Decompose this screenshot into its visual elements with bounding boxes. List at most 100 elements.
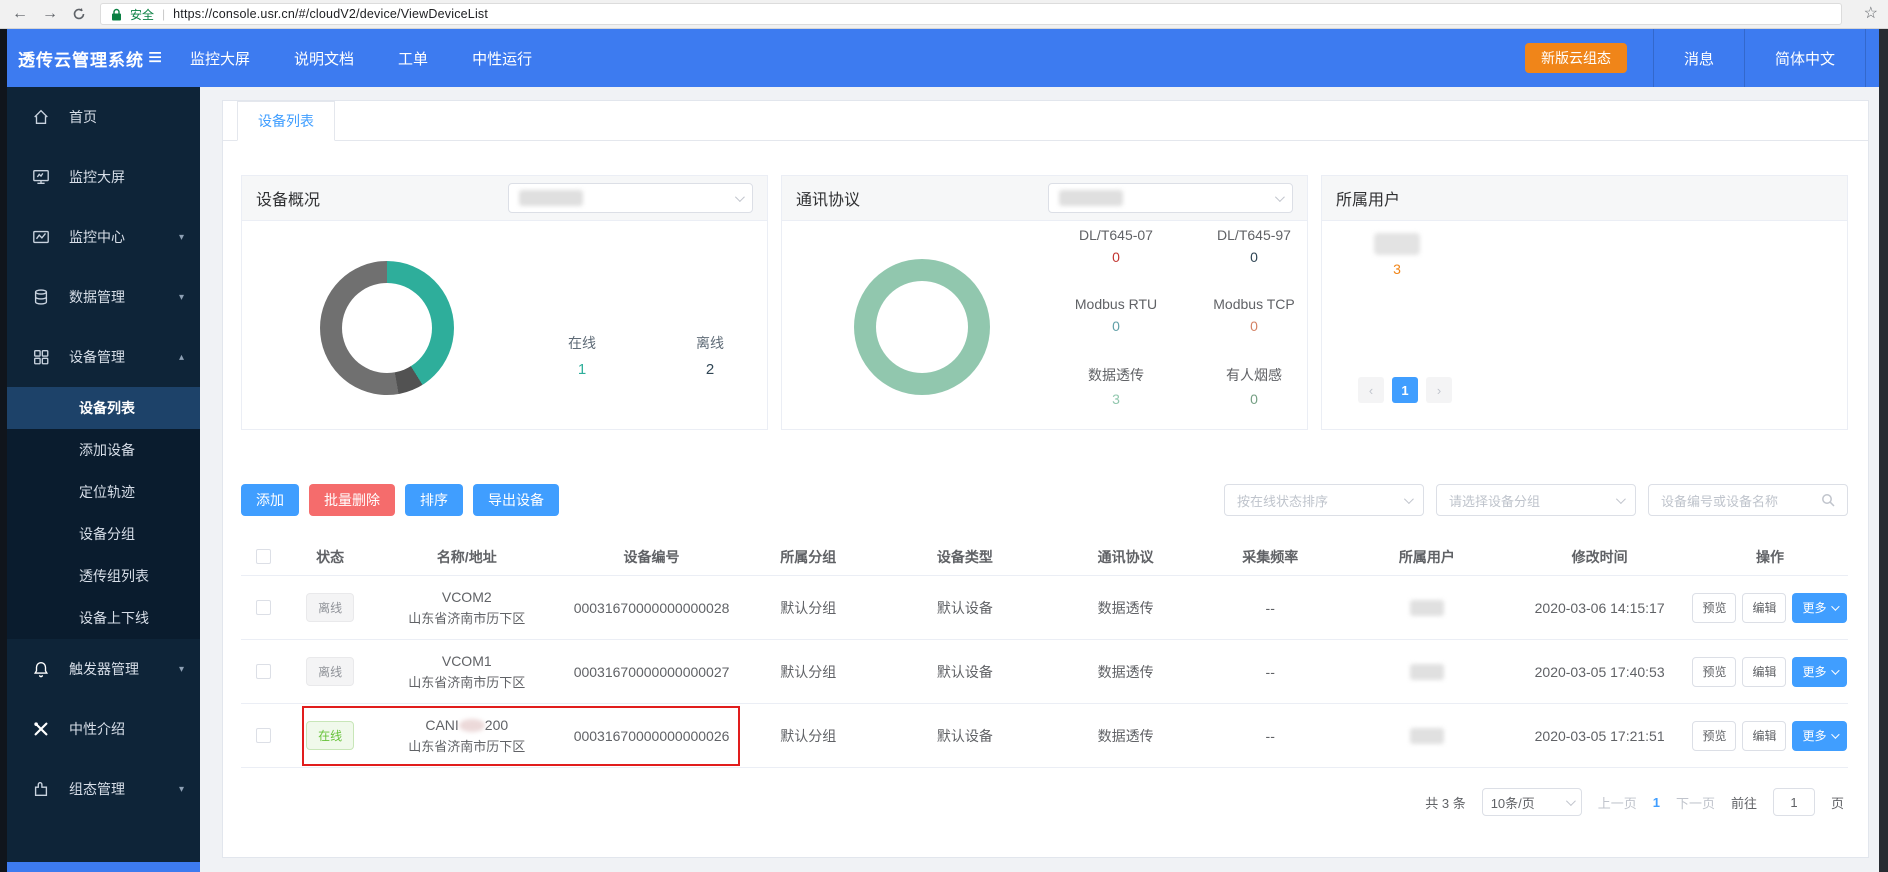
preview-button[interactable]: 预览 — [1692, 657, 1736, 687]
owner-card: 所属用户 3 ‹ 1 › — [1321, 175, 1848, 430]
goto-label: 前往 — [1731, 793, 1757, 812]
pager-page-1[interactable]: 1 — [1392, 377, 1418, 403]
chevron-down-icon — [1832, 666, 1840, 674]
back-icon[interactable]: ← — [12, 6, 28, 22]
window-edge-left — [0, 29, 7, 872]
more-button[interactable]: 更多 — [1792, 657, 1847, 687]
table-rows: 离线 VCOM2 山东省济南市历下区 00031670000000000028 … — [241, 576, 1848, 768]
edit-button[interactable]: 编辑 — [1742, 721, 1786, 751]
sidebar-subitem-device-updown[interactable]: 设备上下线 — [7, 597, 200, 639]
status-badge: 在线 — [306, 721, 354, 750]
top-menu: 监控大屏 说明文档 工单 中性运行 — [190, 48, 532, 69]
batch-delete-button[interactable]: 批量删除 — [309, 484, 395, 516]
select-all-checkbox[interactable] — [256, 549, 271, 564]
sidebar-item-monitor-screen[interactable]: 监控大屏 — [7, 147, 200, 207]
top-menu-neutral-run[interactable]: 中性运行 — [472, 48, 532, 69]
row-checkbox[interactable] — [256, 728, 271, 743]
top-menu-workorder[interactable]: 工单 — [398, 48, 428, 69]
goto-page-input[interactable] — [1773, 788, 1815, 816]
address-bar[interactable]: 安全 | https://console.usr.cn/#/cloudV2/de… — [100, 3, 1842, 25]
table-row-highlighted[interactable]: 在线 CANI200 山东省济南市历下区 0003167000000000002… — [241, 704, 1848, 768]
top-menu-docs[interactable]: 说明文档 — [294, 48, 354, 69]
redacted-username — [1374, 233, 1420, 255]
pager-prev-button[interactable]: ‹ — [1358, 377, 1384, 403]
sidebar-subitem-device-group[interactable]: 设备分组 — [7, 513, 200, 555]
search-icon — [1821, 493, 1835, 507]
tab-device-list[interactable]: 设备列表 — [237, 101, 335, 141]
device-name: VCOM2 — [374, 589, 559, 605]
sidebar-item-neutral-intro[interactable]: 中性介绍 — [7, 699, 200, 759]
export-devices-button[interactable]: 导出设备 — [473, 484, 559, 516]
table-row[interactable]: 离线 VCOM1 山东省济南市历下区 00031670000000000027 … — [241, 640, 1848, 704]
bookmark-star-icon[interactable]: ☆ — [1864, 6, 1878, 22]
sidebar-subitem-location-track[interactable]: 定位轨迹 — [7, 471, 200, 513]
chevron-down-icon: ▾ — [179, 784, 184, 795]
pager-next-button[interactable]: › — [1426, 377, 1452, 403]
device-address: 山东省济南市历下区 — [374, 736, 559, 755]
online-status-sort-select[interactable]: 按在线状态排序 — [1224, 484, 1424, 516]
protocol-card: 通讯协议 DL/T645-07 0 — [781, 175, 1308, 430]
add-button[interactable]: 添加 — [241, 484, 299, 516]
owner-device-count: 3 — [1374, 261, 1420, 277]
prev-page-button[interactable]: 上一页 — [1598, 793, 1637, 812]
sidebar-footer-strip — [7, 862, 200, 872]
table-row[interactable]: 离线 VCOM2 山东省济南市历下区 00031670000000000028 … — [241, 576, 1848, 640]
chevron-down-icon — [1275, 192, 1285, 202]
device-search-input[interactable]: 设备编号或设备名称 — [1648, 484, 1848, 516]
url-separator: | — [162, 7, 165, 21]
redacted-user — [1410, 728, 1444, 744]
preview-button[interactable]: 预览 — [1692, 593, 1736, 623]
sidebar-subitem-add-device[interactable]: 添加设备 — [7, 429, 200, 471]
legend-item: DL/T645-97 0 — [1185, 227, 1323, 296]
forward-icon[interactable]: → — [42, 6, 58, 22]
new-scada-button[interactable]: 新版云组态 — [1525, 43, 1627, 73]
device-table: 状态 名称/地址 设备编号 所属分组 设备类型 通讯协议 采集频率 所属用户 修… — [241, 538, 1848, 768]
sidebar-item-label: 组态管理 — [69, 779, 125, 799]
sidebar-item-scada-management[interactable]: 组态管理 ▾ — [7, 759, 200, 819]
page-size-select[interactable]: 10条/页 — [1482, 788, 1582, 816]
chevron-down-icon — [1404, 494, 1414, 504]
browser-bar: ← → 安全 | https://console.usr.cn/#/cloudV… — [0, 0, 1888, 29]
more-button[interactable]: 更多 — [1792, 593, 1847, 623]
messages-link[interactable]: 消息 — [1654, 29, 1744, 87]
row-checkbox[interactable] — [256, 600, 271, 615]
sidebar-item-trigger-management[interactable]: 触发器管理 ▾ — [7, 639, 200, 699]
total-count: 共 3 条 — [1425, 793, 1465, 812]
url-text[interactable]: https://console.usr.cn/#/cloudV2/device/… — [173, 7, 488, 21]
sidebar-item-home[interactable]: 首页 — [7, 87, 200, 147]
edit-button[interactable]: 编辑 — [1742, 657, 1786, 687]
device-name: CANI200 — [374, 717, 559, 733]
more-button[interactable]: 更多 — [1792, 721, 1847, 751]
sort-button[interactable]: 排序 — [405, 484, 463, 516]
redacted-user — [1410, 600, 1444, 616]
language-link[interactable]: 简体中文 — [1745, 29, 1865, 87]
chevron-down-icon: ▾ — [179, 664, 184, 675]
table-toolbar: 添加 批量删除 排序 导出设备 按在线状态排序 请选择设备分组 设备编号或设备名… — [241, 484, 1848, 516]
hamburger-menu-icon[interactable]: ≡ — [148, 44, 162, 72]
current-page[interactable]: 1 — [1653, 795, 1660, 810]
row-checkbox[interactable] — [256, 664, 271, 679]
sidebar-item-data-management[interactable]: 数据管理 ▾ — [7, 267, 200, 327]
protocol-select[interactable] — [1048, 183, 1293, 213]
top-menu-monitor-screen[interactable]: 监控大屏 — [190, 48, 250, 69]
device-address: 山东省济南市历下区 — [374, 608, 559, 627]
chevron-down-icon — [1566, 796, 1576, 806]
status-badge: 离线 — [306, 657, 354, 686]
device-overview-card: 设备概况 在线 1 — [241, 175, 768, 430]
device-id: 00031670000000000026 — [559, 728, 744, 744]
next-page-button[interactable]: 下一页 — [1676, 793, 1715, 812]
sidebar-item-monitor-center[interactable]: 监控中心 ▾ — [7, 207, 200, 267]
preview-button[interactable]: 预览 — [1692, 721, 1736, 751]
device-overview-select[interactable] — [508, 183, 753, 213]
redacted-selection — [1059, 190, 1123, 206]
sidebar-subitem-device-list[interactable]: 设备列表 — [7, 387, 200, 429]
pagination-bar: 共 3 条 10条/页 上一页 1 下一页 前往 页 — [223, 788, 1844, 816]
edit-button[interactable]: 编辑 — [1742, 593, 1786, 623]
device-group-select[interactable]: 请选择设备分组 — [1436, 484, 1636, 516]
bell-icon — [31, 659, 51, 679]
database-icon — [31, 287, 51, 307]
reload-icon[interactable] — [72, 7, 86, 21]
sidebar-subitem-passthrough-group[interactable]: 透传组列表 — [7, 555, 200, 597]
sidebar-item-device-management[interactable]: 设备管理 ▴ — [7, 327, 200, 387]
table-header: 状态 名称/地址 设备编号 所属分组 设备类型 通讯协议 采集频率 所属用户 修… — [241, 538, 1848, 576]
